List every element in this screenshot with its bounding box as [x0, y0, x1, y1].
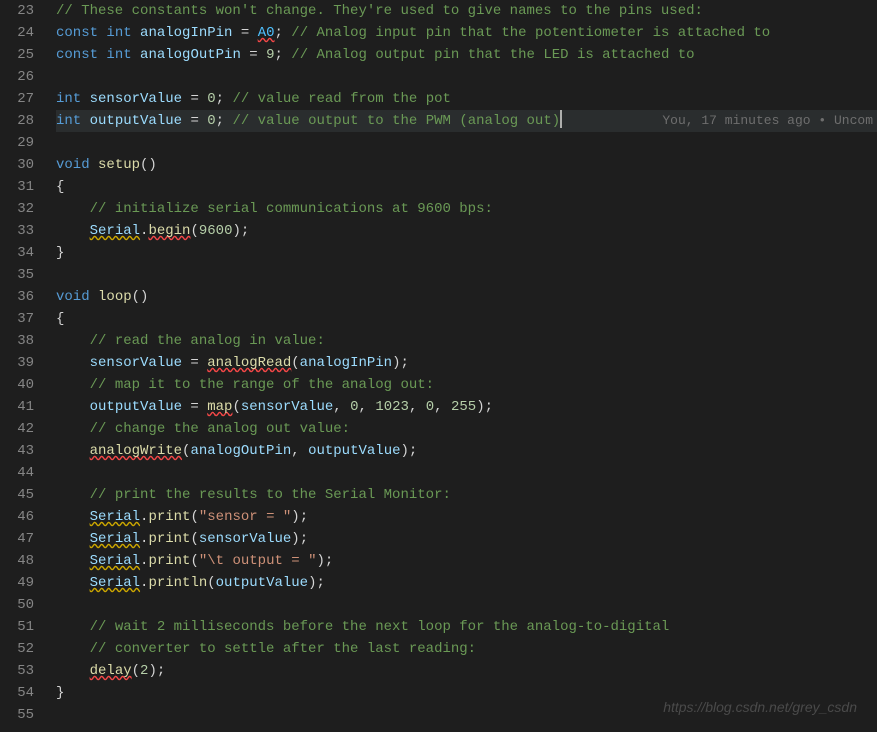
line-number: 34	[8, 242, 34, 264]
code-line: // map it to the range of the analog out…	[56, 374, 877, 396]
line-number: 29	[8, 132, 34, 154]
code-line	[56, 264, 877, 286]
line-number: 23	[8, 0, 34, 22]
code-line	[56, 66, 877, 88]
code-line: sensorValue = analogRead(analogInPin);	[56, 352, 877, 374]
code-area[interactable]: // These constants won't change. They're…	[46, 0, 877, 732]
code-line: Serial.begin(9600);	[56, 220, 877, 242]
line-number: 54	[8, 682, 34, 704]
line-number: 44	[8, 462, 34, 484]
text-cursor	[560, 110, 562, 128]
code-line: Serial.println(outputValue);	[56, 572, 877, 594]
code-line: outputValue = map(sensorValue, 0, 1023, …	[56, 396, 877, 418]
line-number: 51	[8, 616, 34, 638]
line-number: 33	[8, 220, 34, 242]
line-number: 43	[8, 440, 34, 462]
line-number: 48	[8, 550, 34, 572]
code-line	[56, 132, 877, 154]
code-line: }	[56, 242, 877, 264]
line-number: 31	[8, 176, 34, 198]
watermark-text: https://blog.csdn.net/grey_csdn	[663, 696, 857, 718]
line-number: 52	[8, 638, 34, 660]
code-line: // converter to settle after the last re…	[56, 638, 877, 660]
code-line: int sensorValue = 0; // value read from …	[56, 88, 877, 110]
code-line: void loop()	[56, 286, 877, 308]
line-number: 42	[8, 418, 34, 440]
line-number: 40	[8, 374, 34, 396]
code-line: delay(2);	[56, 660, 877, 682]
code-editor[interactable]: 2324252627282930313233343536373839404142…	[0, 0, 877, 732]
line-number: 41	[8, 396, 34, 418]
code-line: const int analogInPin = A0; // Analog in…	[56, 22, 877, 44]
code-line-active: int outputValue = 0; // value output to …	[56, 110, 877, 132]
line-number: 45	[8, 484, 34, 506]
line-number: 35	[8, 264, 34, 286]
line-number: 36	[8, 286, 34, 308]
code-line: {	[56, 176, 877, 198]
code-line: Serial.print("sensor = ");	[56, 506, 877, 528]
line-number: 24	[8, 22, 34, 44]
line-number: 53	[8, 660, 34, 682]
code-line: // read the analog in value:	[56, 330, 877, 352]
line-number: 46	[8, 506, 34, 528]
line-number: 38	[8, 330, 34, 352]
code-line: const int analogOutPin = 9; // Analog ou…	[56, 44, 877, 66]
line-number: 49	[8, 572, 34, 594]
line-number: 27	[8, 88, 34, 110]
git-blame-annotation: You, 17 minutes ago • Uncom	[662, 110, 873, 132]
code-line	[56, 462, 877, 484]
code-line: // initialize serial communications at 9…	[56, 198, 877, 220]
code-line: analogWrite(analogOutPin, outputValue);	[56, 440, 877, 462]
code-line: // wait 2 milliseconds before the next l…	[56, 616, 877, 638]
code-line: // print the results to the Serial Monit…	[56, 484, 877, 506]
code-line	[56, 594, 877, 616]
line-number: 47	[8, 528, 34, 550]
line-number: 50	[8, 594, 34, 616]
code-line: Serial.print("\t output = ");	[56, 550, 877, 572]
line-number: 30	[8, 154, 34, 176]
line-number: 32	[8, 198, 34, 220]
line-number: 26	[8, 66, 34, 88]
line-number: 55	[8, 704, 34, 726]
line-number: 25	[8, 44, 34, 66]
code-line: Serial.print(sensorValue);	[56, 528, 877, 550]
code-line: {	[56, 308, 877, 330]
code-line: // These constants won't change. They're…	[56, 0, 877, 22]
code-line: // change the analog out value:	[56, 418, 877, 440]
code-line: void setup()	[56, 154, 877, 176]
line-number: 37	[8, 308, 34, 330]
line-number: 39	[8, 352, 34, 374]
